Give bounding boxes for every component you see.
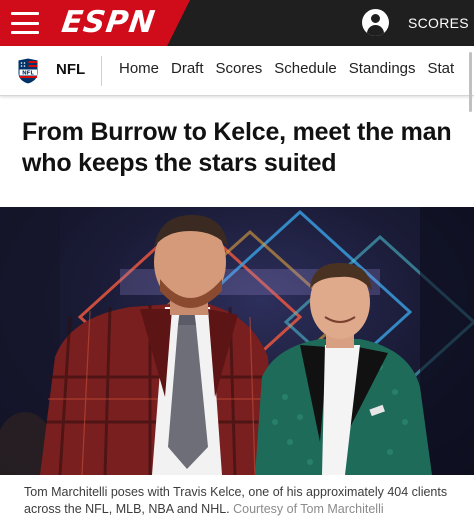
nav-schedule[interactable]: Schedule bbox=[274, 60, 337, 77]
league-title[interactable]: NFL bbox=[56, 61, 85, 78]
nfl-shield-icon[interactable]: NFL bbox=[16, 57, 40, 85]
photo-credit: Courtesy of Tom Marchitelli bbox=[233, 502, 384, 516]
top-bar: ESPN SCORES bbox=[0, 0, 474, 46]
photo-caption: Tom Marchitelli poses with Travis Kelce,… bbox=[24, 484, 454, 518]
user-icon[interactable] bbox=[362, 9, 389, 36]
nav-stats[interactable]: Stat bbox=[428, 60, 455, 77]
nav-divider bbox=[101, 56, 102, 86]
nav-home[interactable]: Home bbox=[119, 60, 159, 77]
nav-draft[interactable]: Draft bbox=[171, 60, 204, 77]
nav-standings[interactable]: Standings bbox=[349, 60, 416, 77]
hero-photo[interactable] bbox=[0, 207, 474, 475]
league-nav: NFL NFL Home Draft Scores Schedule Stand… bbox=[0, 46, 474, 96]
article-headline: From Burrow to Kelce, meet the man who k… bbox=[22, 118, 452, 177]
page-scrollbar[interactable] bbox=[469, 52, 472, 112]
espn-logo[interactable]: ESPN bbox=[60, 5, 158, 40]
nav-links: Home Draft Scores Schedule Standings Sta… bbox=[119, 60, 466, 77]
hamburger-icon[interactable] bbox=[11, 12, 39, 34]
svg-text:NFL: NFL bbox=[22, 71, 34, 77]
scores-link[interactable]: SCORES bbox=[408, 15, 469, 31]
hero-illustration bbox=[0, 207, 474, 475]
nav-scores[interactable]: Scores bbox=[216, 60, 263, 77]
